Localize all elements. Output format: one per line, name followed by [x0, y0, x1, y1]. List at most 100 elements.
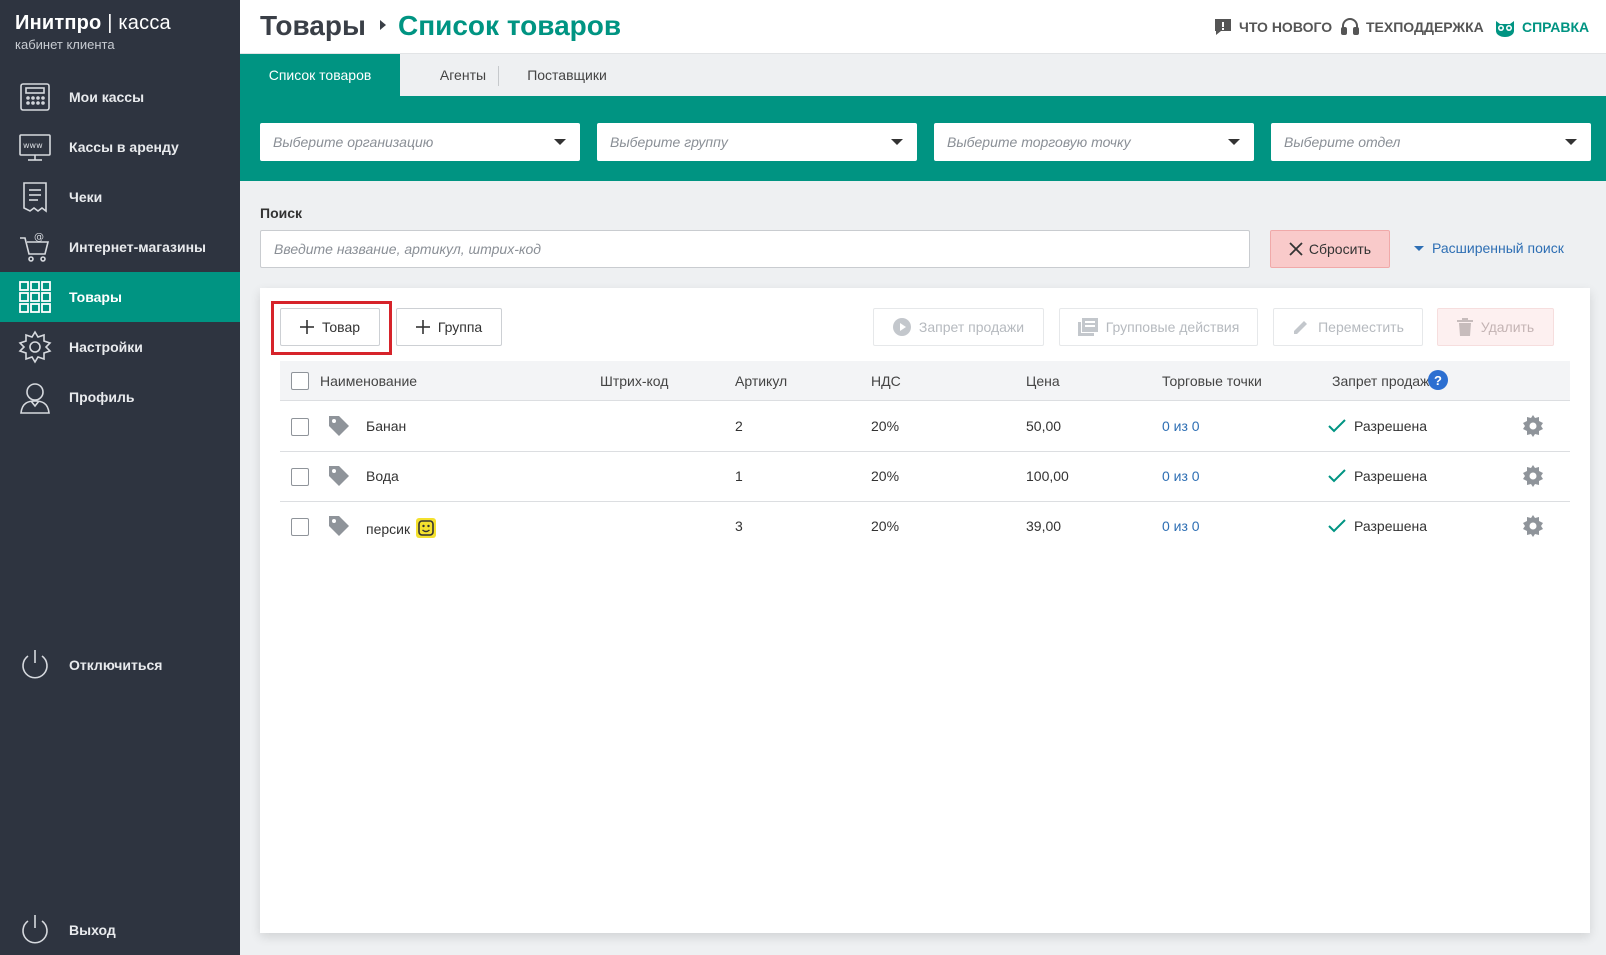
row-checkbox[interactable] [291, 468, 309, 486]
col-points[interactable]: Торговые точки [1162, 373, 1262, 389]
support-link[interactable]: ТЕХПОДДЕРЖКА [1340, 17, 1484, 37]
point-select[interactable]: Выберите торговую точку [934, 123, 1254, 161]
checkmark-icon [1328, 519, 1346, 533]
brand-logo[interactable]: Инитпро | касса кабинет клиента [15, 12, 171, 52]
trash-icon [1456, 318, 1473, 336]
ban-sale-button[interactable]: Запрет продажи [873, 308, 1044, 346]
reset-label: Сбросить [1308, 241, 1372, 257]
group-actions-button[interactable]: Групповые действия [1059, 308, 1258, 346]
grid-icon [17, 279, 53, 315]
row-checkbox[interactable] [291, 518, 309, 536]
chevron-down-icon [1228, 139, 1240, 145]
advanced-search-link[interactable]: Расширенный поиск [1414, 240, 1564, 256]
help-question-icon[interactable]: ? [1428, 370, 1448, 390]
sidebar-item-my-registers[interactable]: Мои кассы [0, 72, 240, 122]
page-title: Список товаров [398, 10, 622, 41]
owl-icon [1496, 21, 1514, 37]
tab-agents[interactable]: Агенты [416, 54, 510, 96]
sidebar-item-label: Настройки [69, 339, 143, 355]
add-product-button[interactable]: Товар [280, 308, 380, 346]
product-points-link[interactable]: 0 из 0 [1162, 418, 1200, 434]
receipt-icon [17, 179, 53, 215]
sale-status: Разрешена [1328, 418, 1427, 434]
power-icon [17, 647, 53, 683]
pencil-icon [1294, 321, 1308, 334]
shopping-cart-icon: @ [17, 229, 53, 265]
add-product-label: Товар [321, 319, 361, 335]
ban-sale-label: Запрет продажи [918, 319, 1025, 335]
sidebar-item-logout[interactable]: Выход [0, 905, 240, 955]
sidebar-item-disconnect[interactable]: Отключиться [0, 640, 240, 690]
power-icon [17, 912, 53, 948]
product-vat: 20% [871, 518, 900, 534]
tag-icon [329, 416, 349, 436]
sidebar-item-online-stores[interactable]: @ Интернет-магазины [0, 222, 240, 272]
plus-icon [415, 320, 430, 334]
sale-status: Разрешена [1328, 468, 1427, 484]
table-row[interactable]: Банан 2 20% 50,00 0 из 0 Разрешена [280, 402, 1570, 452]
help-link[interactable]: СПРАВКА [1494, 17, 1589, 37]
cash-register-icon [17, 79, 53, 115]
tab-product-list[interactable]: Список товаров [240, 54, 400, 96]
col-name[interactable]: Наименование [320, 373, 417, 389]
breadcrumb-root[interactable]: Товары [260, 10, 366, 42]
product-name[interactable]: Банан [366, 418, 406, 434]
chevron-down-icon [554, 139, 566, 145]
col-article[interactable]: Артикул [735, 373, 787, 389]
stack-list-icon [1077, 318, 1098, 336]
tag-icon [329, 466, 349, 486]
gear-icon[interactable] [1522, 465, 1544, 487]
sidebar-item-rent-registers[interactable]: www Кассы в аренду [0, 122, 240, 172]
delete-label: Удалить [1480, 319, 1535, 335]
sale-status: Разрешена [1328, 518, 1427, 534]
play-circle-icon [892, 318, 911, 336]
product-points-link[interactable]: 0 из 0 [1162, 518, 1200, 534]
product-name[interactable]: персик [366, 518, 437, 538]
group-actions-label: Групповые действия [1105, 319, 1240, 335]
checkmark-icon [1328, 419, 1346, 433]
product-name[interactable]: Вода [366, 468, 399, 484]
search-input[interactable] [260, 230, 1250, 268]
department-select[interactable]: Выберите отдел [1271, 123, 1591, 161]
row-checkbox[interactable] [291, 418, 309, 436]
select-all-checkbox[interactable] [291, 372, 309, 390]
products-panel: Товар Группа Запрет продажи Групповые де… [260, 288, 1590, 933]
product-points-link[interactable]: 0 из 0 [1162, 468, 1200, 484]
yellow-smiley-icon [416, 518, 437, 538]
sidebar-item-settings[interactable]: Настройки [0, 322, 240, 372]
move-label: Переместить [1318, 319, 1404, 335]
add-group-button[interactable]: Группа [396, 308, 502, 346]
logout-label: Выход [69, 922, 116, 938]
tab-divider [498, 66, 499, 86]
group-select[interactable]: Выберите группу [597, 123, 917, 161]
col-barcode[interactable]: Штрих-код [600, 373, 668, 389]
group-select-placeholder: Выберите группу [610, 134, 728, 150]
tab-suppliers[interactable]: Поставщики [510, 54, 624, 96]
advanced-search-label: Расширенный поиск [1432, 240, 1564, 256]
col-ban-sale[interactable]: Запрет продажи [1332, 373, 1437, 389]
plus-icon [299, 320, 314, 334]
delete-button[interactable]: Удалить [1437, 308, 1554, 346]
product-name-text: персик [366, 521, 411, 537]
col-vat[interactable]: НДС [871, 373, 901, 389]
table-row[interactable]: Вода 1 20% 100,00 0 из 0 Разрешена [280, 452, 1570, 502]
sidebar-item-products[interactable]: Товары [0, 272, 240, 322]
sidebar-item-label: Мои кассы [69, 89, 145, 105]
reset-button[interactable]: Сбросить [1270, 230, 1390, 268]
product-price: 50,00 [1026, 418, 1062, 434]
col-price[interactable]: Цена [1026, 373, 1060, 389]
sidebar-item-label: Кассы в аренду [69, 139, 179, 155]
move-button[interactable]: Переместить [1273, 308, 1423, 346]
www-monitor-icon: www [17, 129, 53, 165]
table-row[interactable]: персик 3 20% 39,00 0 из 0 Разрешена [280, 502, 1570, 552]
gear-icon[interactable] [1522, 515, 1544, 537]
gear-icon[interactable] [1522, 415, 1544, 437]
whats-new-link[interactable]: ЧТО НОВОГО [1213, 17, 1332, 37]
caret-down-icon [1414, 245, 1424, 251]
organization-select[interactable]: Выберите организацию [260, 123, 580, 161]
table-header: Наименование Штрих-код Артикул НДС Цена … [280, 361, 1570, 401]
sidebar-item-label: Чеки [69, 189, 103, 205]
brand-title: Инитпро | касса [15, 12, 171, 35]
sidebar-item-receipts[interactable]: Чеки [0, 172, 240, 222]
sidebar-item-profile[interactable]: Профиль [0, 372, 240, 422]
